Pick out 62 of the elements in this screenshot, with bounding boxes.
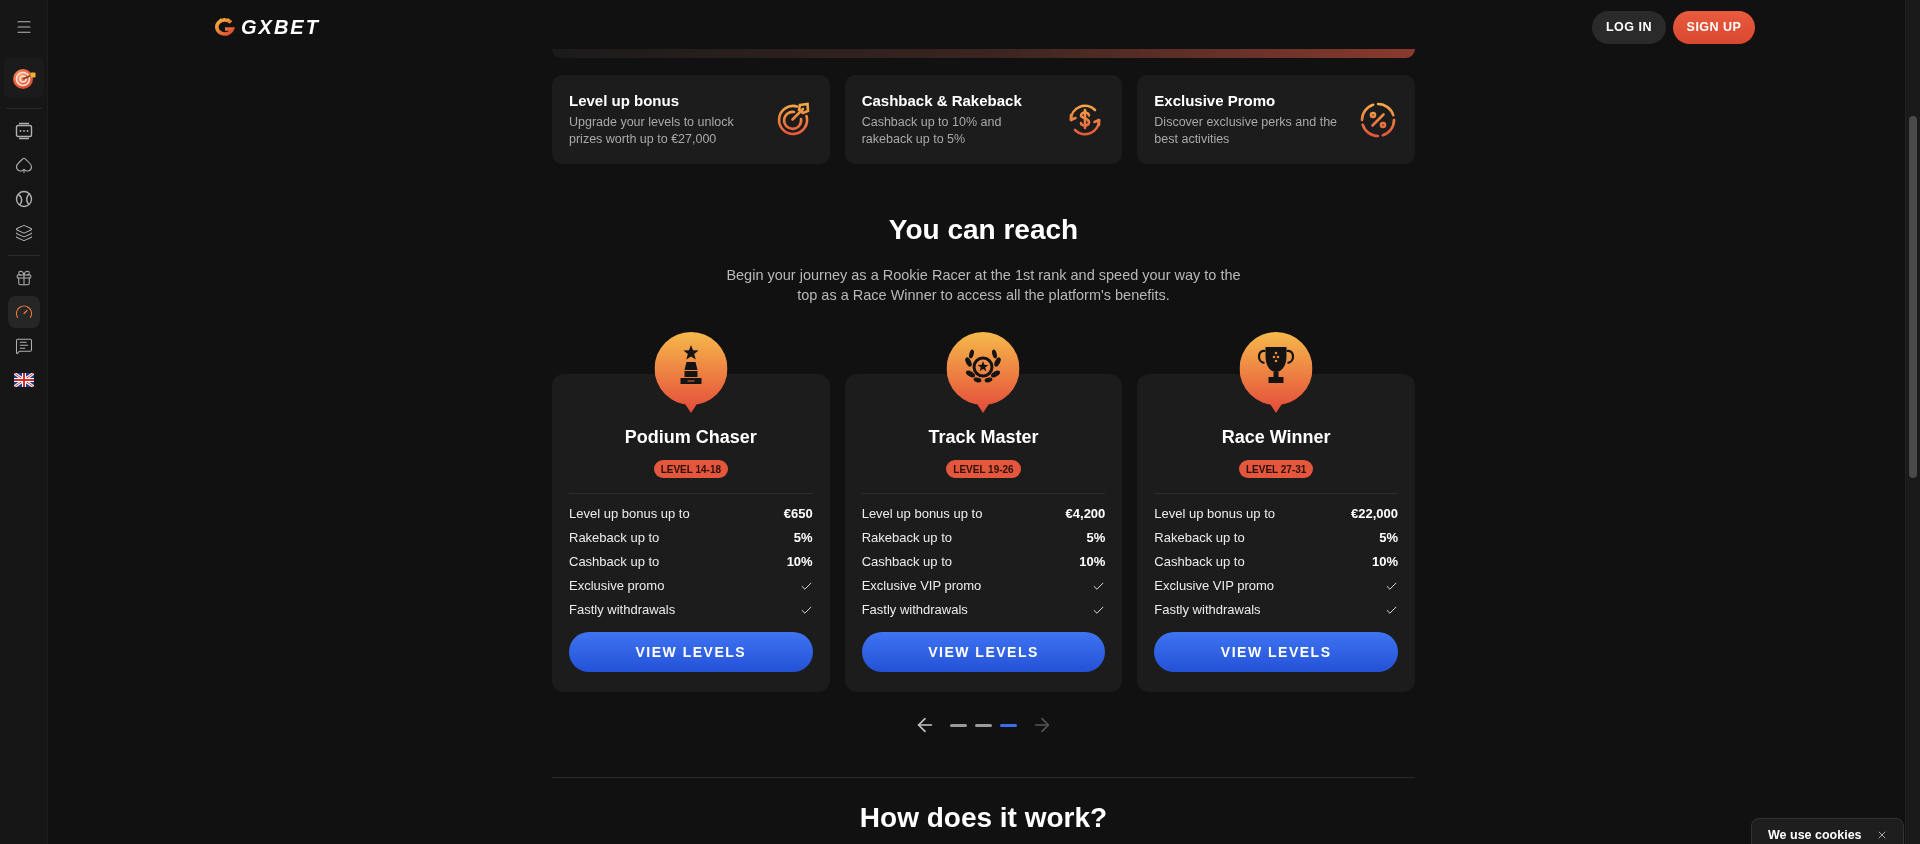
benefit-value: 5% (1086, 529, 1106, 548)
menu-icon (14, 18, 33, 36)
tier-title: Podium Chaser (624, 426, 757, 449)
view-levels-button[interactable]: VIEW LEVELS (1154, 632, 1398, 672)
gauge-icon (14, 303, 33, 321)
benefit-value: 10% (1079, 553, 1106, 572)
section-title: You can reach (888, 213, 1079, 247)
benefit-label: Exclusive VIP promo (861, 577, 982, 596)
scrollbar-thumb[interactable] (1909, 116, 1917, 478)
benefit-value: €22,000 (1351, 505, 1398, 524)
promo-tile[interactable] (3, 58, 44, 98)
tier-title: Race Winner (1221, 426, 1331, 449)
logo-text: GXBET (241, 17, 320, 37)
chat-icon (14, 337, 33, 355)
benefit-value: 10% (1371, 553, 1398, 572)
cookie-text: We use cookies (1768, 827, 1862, 844)
level-badge: LEVEL 14-18 (653, 460, 729, 478)
benefit-value: 5% (1379, 529, 1398, 548)
spade-icon (14, 156, 33, 174)
benefit-label: Fastly withdrawals (569, 601, 676, 620)
layers-icon (14, 224, 33, 242)
benefit-label: Fastly withdrawals (861, 601, 968, 620)
benefit-label: Level up bonus up to (569, 505, 690, 524)
page-indicator[interactable] (950, 723, 967, 727)
benefit-label: Rakeback up to (1154, 529, 1245, 548)
page-indicator[interactable] (1000, 723, 1017, 727)
logo-icon (213, 18, 236, 36)
benefit-label: Cashback up to (1154, 553, 1245, 572)
benefit-label: Exclusive promo (569, 577, 665, 596)
benefit-label: Level up bonus up to (1154, 505, 1276, 524)
level-badge: LEVEL 27-31 (1238, 460, 1314, 478)
login-button[interactable]: LOG IN (1592, 10, 1666, 44)
benefit-label: Fastly withdrawals (1154, 601, 1261, 620)
benefit-label: Level up bonus up to (861, 505, 983, 524)
benefit-label: Cashback up to (569, 553, 660, 572)
benefit-label: Rakeback up to (569, 529, 660, 548)
tier-title: Track Master (928, 426, 1039, 449)
target-dart-icon (11, 66, 36, 90)
slot-machine-icon (14, 122, 33, 140)
flag-icon (13, 373, 34, 387)
view-levels-button[interactable]: VIEW LEVELS (569, 632, 813, 672)
gift-icon (14, 269, 33, 287)
ball-icon (14, 190, 33, 208)
feature-title: Cashback & Rakeback (861, 91, 1023, 111)
benefit-value: 5% (793, 529, 813, 548)
section-description: Begin your journey as a Rookie Racer at the 1st rank and speed your way to the top as a Race Winner to access all the platform's benefits. (725, 266, 1242, 305)
feature-description: Discover exclusive perks and the best activities (1154, 114, 1339, 148)
benefit-value: 10% (786, 553, 813, 572)
next-section-title: How does it work? (859, 801, 1108, 835)
feature-description: Upgrade your levels to unlock prizes worth up to €27,000 (569, 114, 735, 148)
benefit-label: Exclusive VIP promo (1154, 577, 1275, 596)
benefit-label: Cashback up to (861, 553, 952, 572)
feature-description: Cashback up to 10% and rakeback up to 5% (861, 114, 1003, 148)
feature-title: Level up bonus (569, 91, 680, 111)
benefit-label: Rakeback up to (861, 529, 952, 548)
page-indicator[interactable] (975, 723, 992, 727)
feature-title: Exclusive Promo (1154, 91, 1277, 111)
signup-button[interactable]: SIGN UP (1673, 10, 1755, 44)
view-levels-button[interactable]: VIEW LEVELS (861, 632, 1106, 672)
benefit-value: €4,200 (1065, 505, 1106, 524)
benefit-value: €650 (783, 505, 813, 524)
level-badge: LEVEL 19-26 (946, 460, 1021, 478)
